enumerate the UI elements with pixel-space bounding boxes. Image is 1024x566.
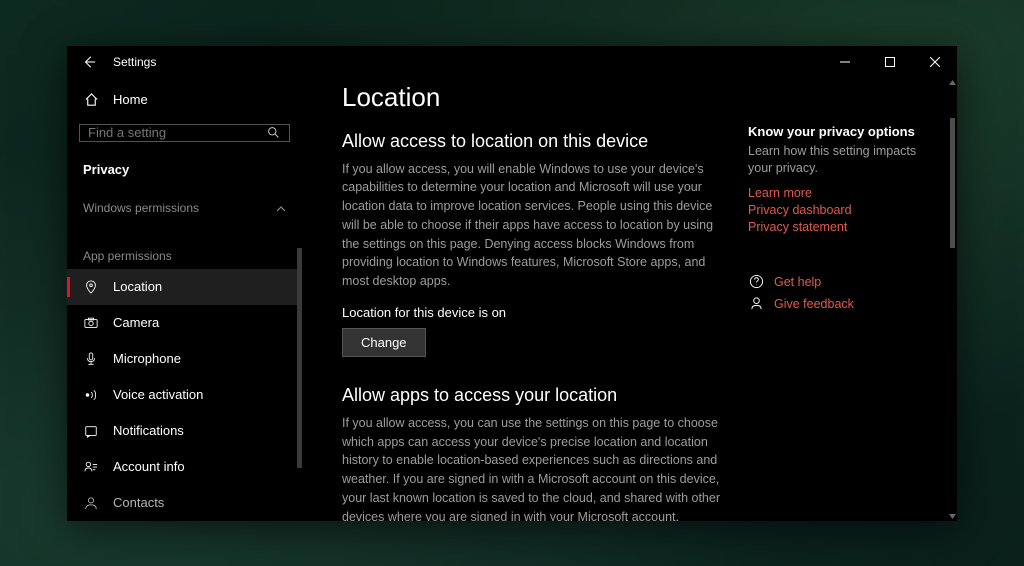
group-app-permissions[interactable]: App permissions xyxy=(67,221,302,269)
link-learn-more[interactable]: Learn more xyxy=(748,186,934,200)
give-feedback-link[interactable]: Give feedback xyxy=(748,296,934,312)
sidebar-scrollbar[interactable] xyxy=(297,248,302,468)
sidebar-item-label: Notifications xyxy=(113,423,184,438)
account-icon xyxy=(83,459,99,475)
chevron-up-icon xyxy=(276,203,286,213)
page-title: Location xyxy=(342,82,728,113)
microphone-icon xyxy=(83,351,99,367)
sidebar: Home Privacy Windows permissions App per… xyxy=(67,78,302,521)
main-pane: Location Allow access to location on thi… xyxy=(302,78,957,521)
sidebar-item-voice-activation[interactable]: Voice activation xyxy=(67,377,302,413)
location-status: Location for this device is on xyxy=(342,305,728,320)
search-icon xyxy=(265,125,281,141)
sidebar-item-label: Contacts xyxy=(113,495,164,510)
group-label: Windows permissions xyxy=(83,201,199,215)
get-help-label: Get help xyxy=(774,275,821,289)
titlebar: Settings xyxy=(67,46,957,78)
get-help-link[interactable]: Get help xyxy=(748,274,934,290)
sidebar-item-label: Camera xyxy=(113,315,159,330)
sidebar-item-contacts[interactable]: Contacts xyxy=(67,485,302,521)
back-button[interactable] xyxy=(81,54,97,70)
scroll-up-arrow[interactable] xyxy=(948,78,957,87)
search-input-container[interactable] xyxy=(79,124,290,142)
sidebar-item-camera[interactable]: Camera xyxy=(67,305,302,341)
section-allow-device-body: If you allow access, you will enable Win… xyxy=(342,160,728,291)
voice-icon xyxy=(83,387,99,403)
minimize-button[interactable] xyxy=(822,46,867,78)
sidebar-item-notifications[interactable]: Notifications xyxy=(67,413,302,449)
section-allow-apps-body: If you allow access, you can use the set… xyxy=(342,414,728,521)
sidebar-item-account-info[interactable]: Account info xyxy=(67,449,302,485)
aside-desc: Learn how this setting impacts your priv… xyxy=(748,143,934,178)
link-privacy-statement[interactable]: Privacy statement xyxy=(748,220,934,234)
sidebar-item-location[interactable]: Location xyxy=(67,269,302,305)
nav-home-label: Home xyxy=(113,92,148,107)
sidebar-item-label: Account info xyxy=(113,459,185,474)
camera-icon xyxy=(83,315,99,331)
give-feedback-label: Give feedback xyxy=(774,297,854,311)
section-allow-apps-title: Allow apps to access your location xyxy=(342,385,728,406)
category-header: Privacy xyxy=(67,154,302,185)
sidebar-item-label: Voice activation xyxy=(113,387,203,402)
sidebar-item-microphone[interactable]: Microphone xyxy=(67,341,302,377)
main-scrollbar[interactable] xyxy=(948,78,957,521)
aside-title: Know your privacy options xyxy=(748,124,934,139)
location-icon xyxy=(83,279,99,295)
scroll-down-arrow[interactable] xyxy=(948,512,957,521)
contacts-icon xyxy=(83,495,99,511)
notifications-icon xyxy=(83,423,99,439)
sidebar-item-label: Microphone xyxy=(113,351,181,366)
nav-home[interactable]: Home xyxy=(67,82,302,118)
scroll-thumb[interactable] xyxy=(950,118,955,248)
section-allow-device-title: Allow access to location on this device xyxy=(342,131,728,152)
search-input[interactable] xyxy=(88,125,265,140)
maximize-button[interactable] xyxy=(867,46,912,78)
group-label: App permissions xyxy=(83,249,172,263)
window-title: Settings xyxy=(113,55,156,69)
link-privacy-dashboard[interactable]: Privacy dashboard xyxy=(748,203,934,217)
home-icon xyxy=(83,92,99,108)
change-button[interactable]: Change xyxy=(342,328,426,357)
feedback-icon xyxy=(748,296,764,312)
help-icon xyxy=(748,274,764,290)
main-scroll[interactable]: Location Allow access to location on thi… xyxy=(302,78,748,521)
sidebar-item-label: Location xyxy=(113,279,162,294)
aside-panel: Know your privacy options Learn how this… xyxy=(748,78,948,521)
settings-window: Settings Home xyxy=(67,46,957,521)
group-windows-permissions[interactable]: Windows permissions xyxy=(67,185,302,221)
close-button[interactable] xyxy=(912,46,957,78)
